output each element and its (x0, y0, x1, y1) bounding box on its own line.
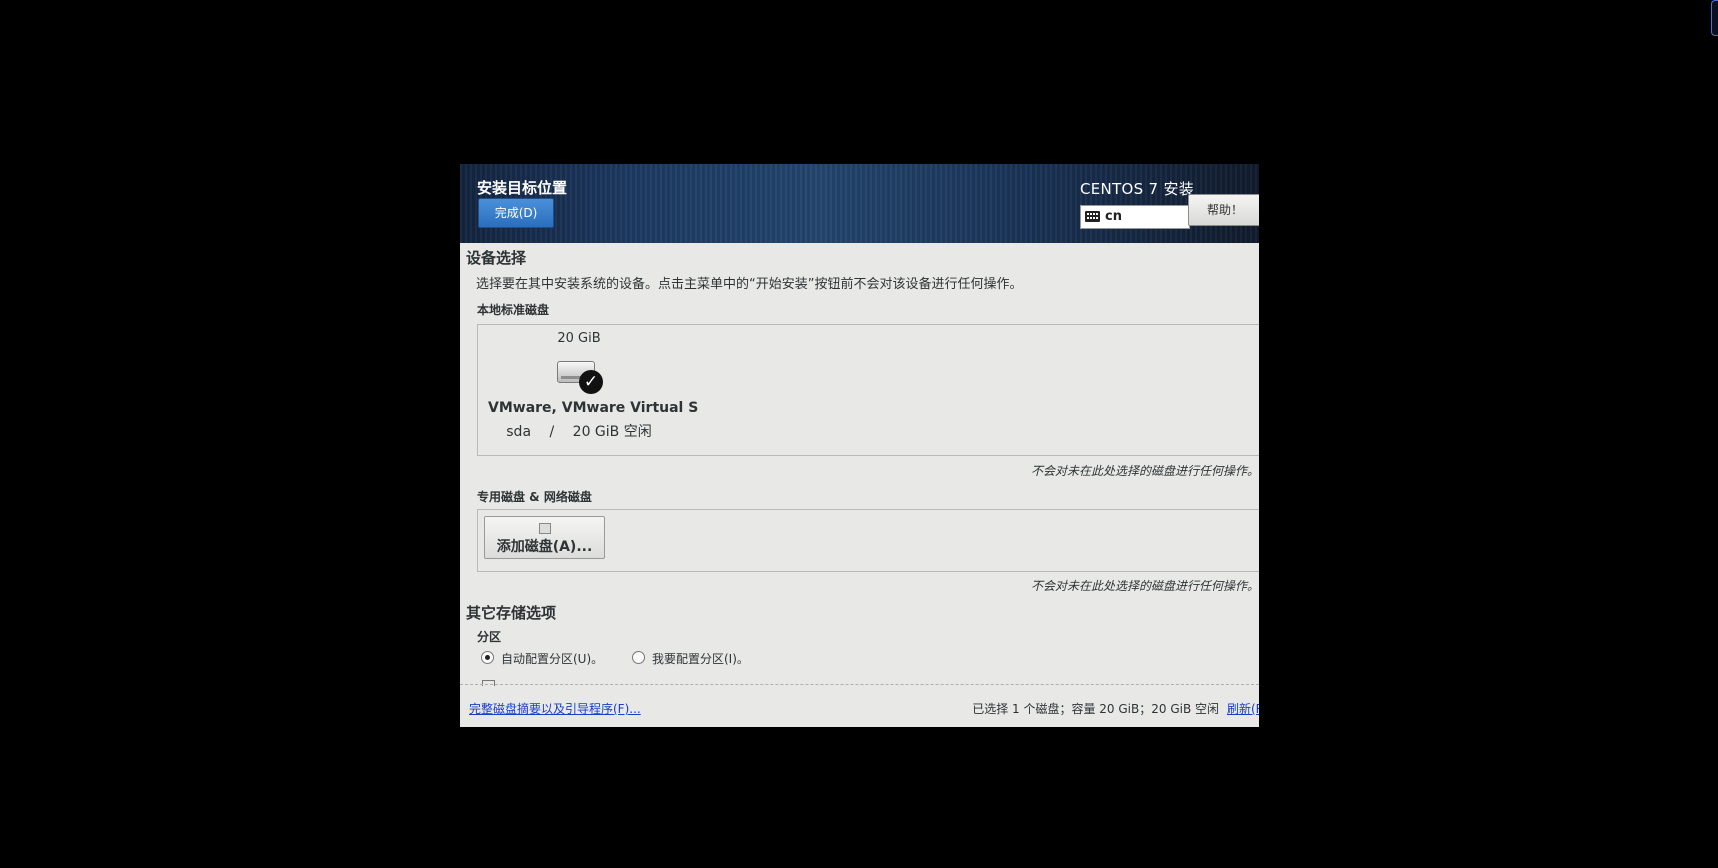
device-selection-description: 选择要在其中安装系统的设备。点击主菜单中的“开始安装”按钮前不会对该设备进行任何… (476, 277, 1023, 292)
disk-device: sda (506, 424, 532, 440)
keyboard-icon (1085, 211, 1100, 222)
disk-details: sda / 20 GiB 空闲 (488, 421, 670, 441)
other-storage-title: 其它存储选项 (466, 604, 557, 622)
partition-label: 分区 (477, 630, 502, 644)
product-title: CENTOS 7 安装 (1080, 180, 1195, 198)
done-button[interactable]: 完成(D) (478, 198, 554, 228)
edge-scroll-indicator[interactable] (1711, 0, 1718, 36)
specialized-disks-panel: 添加磁盘(A)... (477, 509, 1259, 572)
screen: { "header": { "spoke_title": "安装目标位置", "… (0, 0, 1718, 868)
add-disk-label: 添加磁盘(A)... (496, 539, 593, 555)
auto-partition-radio[interactable] (481, 651, 494, 664)
keyboard-layout-label: cn (1105, 209, 1122, 224)
refresh-link[interactable]: 刷新(R) (1227, 700, 1259, 717)
local-disks-note: 不会对未在此处选择的磁盘进行任何操作。 (1030, 464, 1259, 478)
disk-separator: / (549, 424, 555, 440)
specialized-disks-label: 专用磁盘 & 网络磁盘 (477, 490, 592, 504)
scroll-divider (460, 684, 1259, 685)
full-disk-summary-link[interactable]: 完整磁盘摘要以及引导程序(F)... (469, 700, 641, 717)
manual-partition-label[interactable]: 我要配置分区(I)。 (652, 650, 749, 667)
manual-partition-radio[interactable] (632, 651, 645, 664)
auto-partition-label[interactable]: 自动配置分区(U)。 (501, 650, 603, 667)
disk-name: VMware, VMware Virtual S (488, 400, 699, 416)
header-bar: 安装目标位置 完成(D) CENTOS 7 安装 cn 帮助！ (460, 164, 1259, 243)
hard-disk-icon: ✓ (557, 353, 603, 394)
selection-summary: 已选择 1 个磁盘；容量 20 GiB；20 GiB 空闲 (972, 702, 1219, 716)
add-disk-button[interactable]: 添加磁盘(A)... (484, 516, 605, 559)
local-disks-label: 本地标准磁盘 (477, 303, 550, 317)
device-selection-title: 设备选择 (466, 249, 527, 267)
checkmark-icon: ✓ (579, 370, 603, 394)
help-button[interactable]: 帮助！ (1188, 194, 1259, 226)
disk-sda[interactable]: 20 GiB ✓ VMware, VMware Virtual S sda / … (488, 331, 699, 441)
disk-add-icon (538, 523, 551, 534)
footer-bar: 完整磁盘摘要以及引导程序(F)... 已选择 1 个磁盘；容量 20 GiB；2… (460, 687, 1259, 727)
disk-free: 20 GiB 空闲 (572, 424, 652, 440)
local-disks-panel: 20 GiB ✓ VMware, VMware Virtual S sda / … (477, 324, 1259, 456)
spoke-title: 安装目标位置 (477, 179, 568, 197)
keyboard-layout-indicator[interactable]: cn (1080, 205, 1190, 229)
installer-window: 安装目标位置 完成(D) CENTOS 7 安装 cn 帮助！ 设备选择 选择要… (460, 164, 1259, 727)
encrypt-checkbox[interactable] (482, 680, 495, 686)
specialized-disks-note: 不会对未在此处选择的磁盘进行任何操作。 (1030, 579, 1259, 593)
disk-size: 20 GiB (557, 331, 601, 346)
